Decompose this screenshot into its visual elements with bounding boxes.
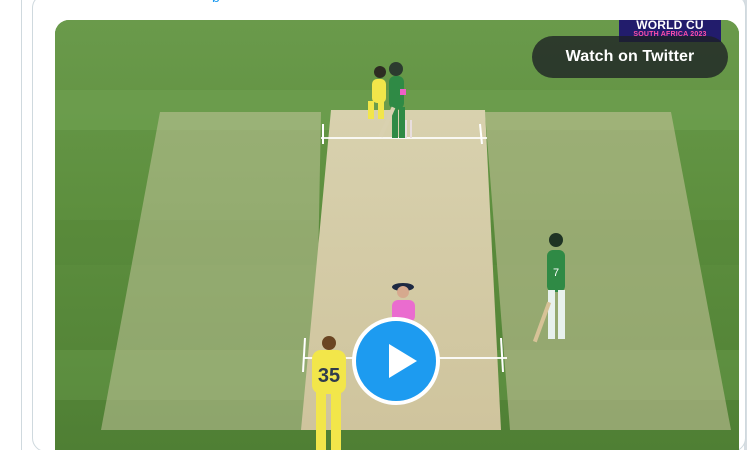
- watch-on-twitter-button[interactable]: Watch on Twitter: [532, 36, 728, 78]
- tweet-link-fragment[interactable]: p: [212, 0, 220, 2]
- badge-title: WORLD CU: [636, 20, 704, 32]
- timeline-border-left: [21, 0, 22, 450]
- play-button[interactable]: [352, 317, 440, 405]
- tweet-page: p: [0, 0, 750, 450]
- embedded-video[interactable]: 7 35 WORLD CU SOUTH AFRICA 2023 Watch on…: [55, 20, 739, 450]
- play-icon: [389, 344, 417, 378]
- non-striker-number: 7: [553, 267, 559, 279]
- bowler-number: 35: [318, 365, 340, 387]
